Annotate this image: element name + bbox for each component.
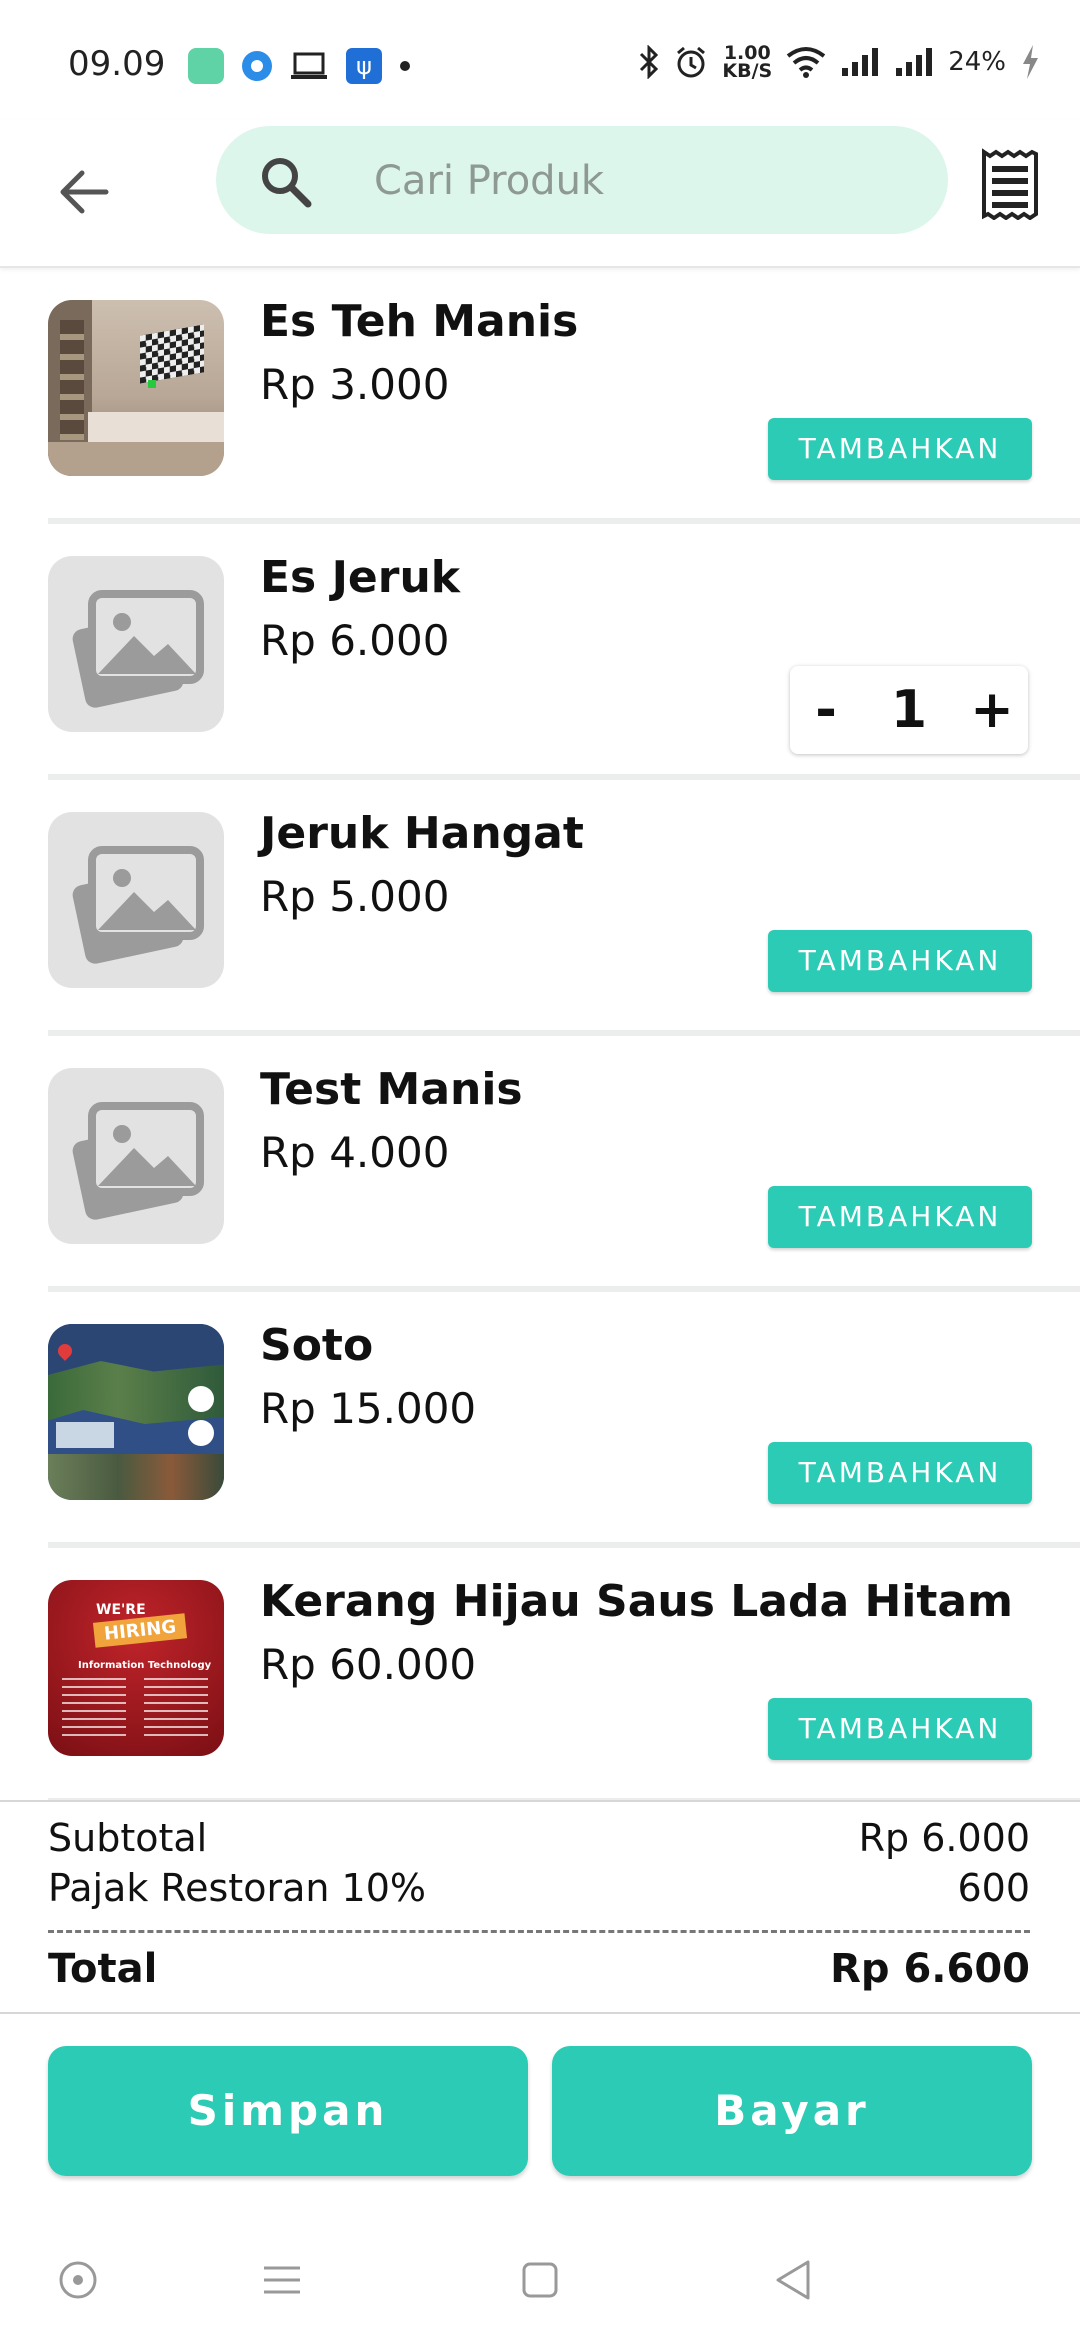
status-time: 09.09 (68, 44, 166, 84)
network-speed: 1.00 KB/S (722, 44, 773, 82)
charging-icon (1023, 45, 1038, 79)
subtotal-label: Subtotal (48, 1816, 208, 1860)
poster-subtitle: Information Technology (78, 1660, 212, 1671)
product-item[interactable]: Es Teh Manis Rp 3.000 TAMBAHKAN (0, 268, 1080, 524)
total-value: Rp 6.600 (830, 1946, 1030, 1992)
total-row: Total Rp 6.600 (48, 1946, 1030, 1992)
order-summary: Subtotal Rp 6.000 Pajak Restoran 10% 600… (0, 1800, 1080, 2014)
decrement-button[interactable]: - (790, 680, 862, 740)
receipt-icon[interactable] (980, 148, 1040, 220)
app-bar (0, 120, 1080, 268)
wifi-icon (786, 47, 826, 78)
product-item[interactable]: Es Jeruk Rp 6.000 - 1 + (0, 524, 1080, 780)
quantity-stepper[interactable]: - 1 + (790, 666, 1028, 754)
search-icon (262, 158, 312, 208)
back-arrow-icon[interactable] (52, 160, 116, 224)
poster-headline-2: HIRING (92, 1613, 188, 1648)
search-bar[interactable] (216, 126, 948, 234)
product-name: Soto (260, 1320, 374, 1371)
more-dot-icon (400, 61, 410, 71)
poster-headline-1: WE'RE (96, 1602, 146, 1618)
total-label: Total (48, 1946, 158, 1992)
product-list[interactable]: Es Teh Manis Rp 3.000 TAMBAHKAN Es Jeruk… (0, 268, 1080, 1800)
subtotal-value: Rp 6.000 (858, 1816, 1030, 1860)
image-placeholder-icon (48, 1068, 224, 1244)
add-to-cart-button[interactable]: TAMBAHKAN (768, 418, 1032, 480)
image-placeholder-icon (48, 812, 224, 988)
signal-icon-2 (896, 48, 933, 76)
product-name: Jeruk Hangat (260, 808, 584, 859)
subtotal-row: Subtotal Rp 6.000 (48, 1816, 1030, 1860)
pay-button[interactable]: Bayar (552, 2046, 1032, 2176)
save-button[interactable]: Simpan (48, 2046, 528, 2176)
add-to-cart-button[interactable]: TAMBAHKAN (768, 1698, 1032, 1760)
search-input[interactable] (372, 152, 916, 210)
product-name: Kerang Hijau Saus Lada Hitam (260, 1576, 1013, 1627)
product-price: Rp 5.000 (260, 872, 450, 921)
product-item[interactable]: WE'RE HIRING Information Technology Kera… (0, 1548, 1080, 1800)
product-item[interactable]: Jeruk Hangat Rp 5.000 TAMBAHKAN (0, 780, 1080, 1036)
laptop-icon (291, 52, 327, 79)
app-notification-icon (188, 48, 224, 84)
quantity-value: 1 (890, 680, 928, 740)
product-price: Rp 6.000 (260, 616, 450, 665)
tax-row: Pajak Restoran 10% 600 (48, 1866, 1030, 1910)
add-to-cart-button[interactable]: TAMBAHKAN (768, 1186, 1032, 1248)
add-to-cart-button[interactable]: TAMBAHKAN (768, 930, 1032, 992)
product-item[interactable]: Test Manis Rp 4.000 TAMBAHKAN (0, 1036, 1080, 1292)
product-price: Rp 15.000 (260, 1384, 477, 1433)
increment-button[interactable]: + (956, 680, 1028, 740)
assistant-nav-icon[interactable] (54, 2256, 102, 2304)
alarm-icon (677, 46, 706, 78)
battery-percent: 24% (948, 47, 1006, 77)
product-price: Rp 4.000 (260, 1128, 450, 1177)
product-thumbnail: WE'RE HIRING Information Technology (48, 1580, 224, 1756)
net-speed-unit: KB/S (722, 60, 773, 82)
product-price: Rp 3.000 (260, 360, 450, 409)
system-icons: 1.00 KB/S 24% (638, 44, 1040, 82)
messenger-notification-icon (242, 51, 272, 81)
usb-icon: ψ (346, 48, 382, 84)
product-item[interactable]: Soto Rp 15.000 TAMBAHKAN (0, 1292, 1080, 1548)
system-nav-bar (0, 2220, 1080, 2340)
signal-icon-1 (842, 48, 879, 76)
product-thumbnail (48, 1324, 224, 1500)
image-placeholder-icon (48, 556, 224, 732)
tax-value: 600 (957, 1866, 1030, 1910)
home-nav-icon[interactable] (516, 2256, 564, 2304)
product-name: Es Jeruk (260, 552, 461, 603)
notification-icons: ψ (188, 48, 410, 84)
status-bar: 09.09 ψ 1.00 KB/S 24% (0, 0, 1080, 130)
dashed-divider (48, 1930, 1030, 1933)
product-thumbnail (48, 300, 224, 476)
tax-label: Pajak Restoran 10% (48, 1866, 426, 1910)
back-nav-icon[interactable] (770, 2256, 818, 2304)
bluetooth-icon (640, 45, 659, 79)
menu-nav-icon[interactable] (258, 2256, 306, 2304)
product-name: Test Manis (260, 1064, 523, 1115)
product-price: Rp 60.000 (260, 1640, 477, 1689)
add-to-cart-button[interactable]: TAMBAHKAN (768, 1442, 1032, 1504)
product-name: Es Teh Manis (260, 296, 579, 347)
